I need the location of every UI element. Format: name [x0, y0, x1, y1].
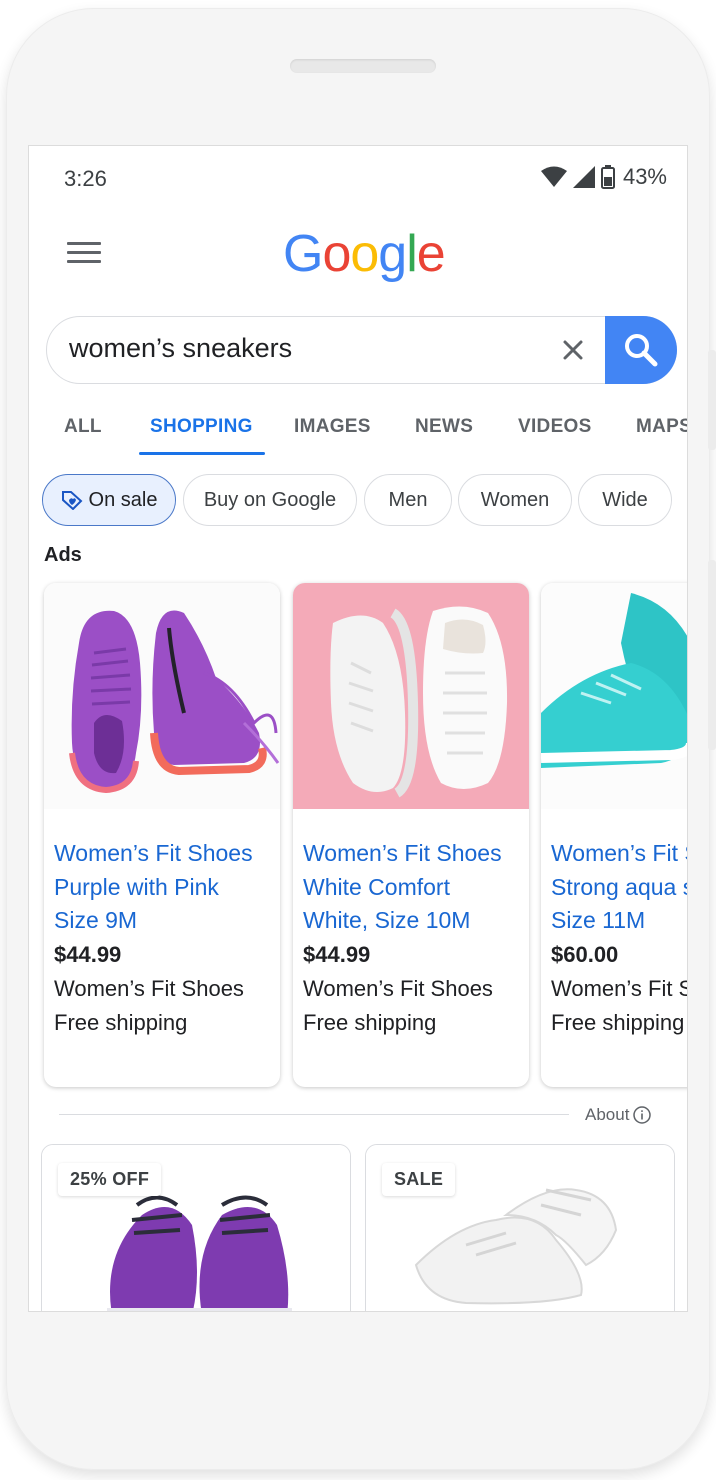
chip-label: On sale [88, 488, 158, 511]
search-box[interactable]: women’s sneakers [46, 316, 677, 384]
aqua-sneakers-image [541, 583, 687, 809]
product-info: Women’s Fit Shoes Strong aqua shoes Size… [551, 837, 687, 1040]
product-title-line[interactable]: Strong aqua shoes [551, 871, 687, 905]
product-tile[interactable]: SALE [365, 1144, 675, 1311]
chip-buy-on-google[interactable]: Buy on Google [183, 474, 357, 526]
google-logo[interactable]: Google [283, 224, 446, 284]
product-title-line[interactable]: White, Size 10M [303, 904, 525, 938]
filter-chips: On sale Buy on Google Men Women Wide [42, 474, 687, 528]
phone-screen: 3:26 43% Google women’s sneakers ALL SHO… [28, 145, 688, 1312]
tab-images[interactable]: IMAGES [294, 416, 371, 438]
product-shipping: Free shipping [551, 1009, 685, 1035]
logo-letter: l [406, 225, 418, 283]
tag-icon [61, 491, 82, 510]
chip-women[interactable]: Women [458, 474, 572, 526]
ads-label: Ads [44, 544, 82, 566]
info-icon [633, 1106, 652, 1124]
product-card[interactable]: Women’s Fit Shoes Purple with Pink Size … [44, 583, 280, 1087]
product-store: Women’s Fit Shoes [303, 975, 493, 1001]
product-image [293, 583, 529, 809]
active-tab-indicator [139, 452, 265, 455]
logo-letter: e [416, 225, 446, 283]
logo-letter: g [378, 225, 407, 283]
logo-letter: o [322, 225, 351, 283]
product-card[interactable]: Women’s Fit Shoes White Comfort White, S… [293, 583, 529, 1087]
about-label: About [585, 1105, 630, 1124]
search-button[interactable] [605, 316, 677, 384]
close-icon[interactable] [558, 335, 588, 365]
product-title-line[interactable]: Size 11M [551, 904, 687, 938]
product-title-line[interactable]: Women’s Fit Shoes [551, 837, 687, 871]
product-price: $44.99 [303, 941, 371, 967]
volume-button [708, 350, 716, 450]
product-info: Women’s Fit Shoes Purple with Pink Size … [54, 837, 276, 1040]
status-bar: 3:26 43% [29, 146, 687, 210]
product-tile[interactable]: 25% OFF [41, 1144, 351, 1311]
product-title-line[interactable]: Women’s Fit Shoes [54, 837, 276, 871]
product-image [44, 583, 280, 809]
white-sneakers-image [293, 583, 529, 809]
product-shipping: Free shipping [303, 1009, 437, 1035]
tab-news[interactable]: NEWS [415, 416, 473, 438]
product-store: Women’s Fit Shoes [551, 975, 687, 1001]
product-title-line[interactable]: Women’s Fit Shoes [303, 837, 525, 871]
tab-shopping[interactable]: SHOPPING [150, 416, 253, 438]
cell-signal-icon [572, 166, 595, 188]
purple-sneakers-image [44, 583, 280, 809]
search-input[interactable]: women’s sneakers [69, 333, 292, 364]
product-title-line[interactable]: Size 9M [54, 904, 276, 938]
status-icons: 43% [540, 164, 667, 190]
product-store: Women’s Fit Shoes [54, 975, 244, 1001]
status-time: 3:26 [64, 166, 107, 191]
phone-speaker [290, 59, 436, 73]
product-image [541, 583, 687, 809]
logo-letter: G [283, 225, 323, 283]
logo-letter: o [350, 225, 379, 283]
tab-all[interactable]: ALL [64, 416, 102, 438]
discount-badge: 25% OFF [58, 1163, 162, 1196]
search-tabs: ALL SHOPPING IMAGES NEWS VIDEOS MAPS [29, 404, 687, 456]
tab-videos[interactable]: VIDEOS [518, 416, 592, 438]
wifi-icon [540, 166, 567, 187]
product-info: Women’s Fit Shoes White Comfort White, S… [303, 837, 525, 1040]
chip-men[interactable]: Men [364, 474, 452, 526]
battery-percent: 43% [622, 164, 667, 189]
product-price: $44.99 [54, 941, 122, 967]
about-ads-link[interactable]: About [585, 1105, 652, 1125]
chip-on-sale[interactable]: On sale [42, 474, 176, 526]
power-button [708, 560, 716, 750]
menu-icon[interactable] [67, 242, 101, 268]
battery-icon [600, 165, 615, 189]
product-card[interactable]: Women’s Fit Shoes Strong aqua shoes Size… [541, 583, 687, 1087]
chip-wide[interactable]: Wide [578, 474, 672, 526]
divider [59, 1114, 569, 1115]
product-price: $60.00 [551, 941, 619, 967]
product-shipping: Free shipping [54, 1009, 188, 1035]
tab-maps[interactable]: MAPS [636, 416, 687, 438]
product-title-line[interactable]: Purple with Pink [54, 871, 276, 905]
search-icon [625, 334, 658, 367]
sale-badge: SALE [382, 1163, 456, 1196]
product-title-line[interactable]: White Comfort [303, 871, 525, 905]
